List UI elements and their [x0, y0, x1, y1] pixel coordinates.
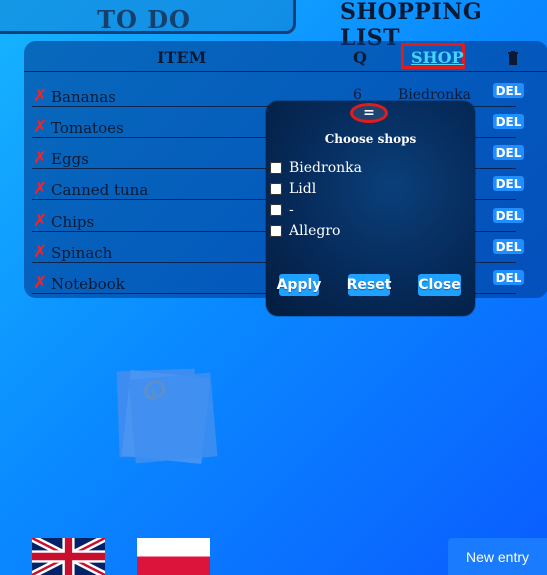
new-entry-button[interactable]: New entry	[448, 538, 547, 575]
remove-icon[interactable]: ✗	[33, 242, 47, 262]
shop-checkbox[interactable]	[270, 225, 282, 237]
apply-button[interactable]: Apply	[277, 274, 321, 296]
shop-checkbox[interactable]	[270, 204, 282, 216]
shop-option-label: Biedronka	[289, 160, 362, 176]
delete-button[interactable]: DEL	[493, 208, 524, 223]
choose-shops-modal: = Choose shops Biedronka Lidl - Allegro …	[266, 101, 475, 316]
delete-button[interactable]: DEL	[493, 83, 524, 98]
delete-button[interactable]: DEL	[493, 114, 524, 129]
shop-checkbox[interactable]	[270, 183, 282, 195]
close-button[interactable]: Close	[418, 274, 461, 296]
row-item: Bananas	[51, 88, 116, 106]
header-shop-link[interactable]: SHOP	[411, 48, 464, 67]
modal-title: Choose shops	[324, 132, 417, 146]
shop-option-label: -	[289, 202, 294, 218]
shop-option-label: Lidl	[289, 181, 317, 197]
tab-todo[interactable]: TO DO	[0, 0, 296, 34]
modal-drag-handle[interactable]: =	[350, 103, 388, 123]
row-item: Eggs	[51, 150, 89, 168]
tab-todo-label: TO DO	[97, 4, 191, 34]
shop-option[interactable]: Biedronka	[270, 159, 362, 177]
uk-flag-icon[interactable]	[32, 538, 105, 575]
poland-flag-icon[interactable]	[137, 538, 210, 575]
shop-option[interactable]: Allegro	[270, 222, 340, 240]
remove-icon[interactable]: ✗	[33, 86, 47, 106]
remove-icon[interactable]: ✗	[33, 211, 47, 231]
row-item: Spinach	[51, 244, 113, 262]
header-quantity: Q	[353, 48, 367, 67]
header-shop-highlight: SHOP	[401, 43, 465, 69]
reset-button[interactable]: Reset	[347, 274, 391, 296]
sticky-notes-icon	[116, 368, 218, 464]
shop-option-label: Allegro	[289, 223, 341, 239]
trash-icon[interactable]	[508, 51, 518, 65]
shop-option[interactable]: -	[270, 201, 294, 219]
delete-button[interactable]: DEL	[493, 145, 524, 160]
table-header: ITEM Q SHOP	[24, 41, 547, 72]
header-item: ITEM	[157, 48, 207, 67]
delete-button[interactable]: DEL	[493, 270, 524, 285]
row-item: Canned tuna	[51, 181, 149, 199]
row-item: Notebook	[51, 275, 125, 293]
shop-checkbox[interactable]	[270, 162, 282, 174]
delete-button[interactable]: DEL	[493, 239, 524, 254]
remove-icon[interactable]: ✗	[33, 117, 47, 137]
shop-option[interactable]: Lidl	[270, 180, 316, 198]
remove-icon[interactable]: ✗	[33, 179, 47, 199]
row-item: Tomatoes	[51, 119, 124, 137]
row-item: Chips	[51, 213, 95, 231]
delete-button[interactable]: DEL	[493, 176, 524, 191]
remove-icon[interactable]: ✗	[33, 148, 47, 168]
remove-icon[interactable]: ✗	[33, 273, 47, 293]
